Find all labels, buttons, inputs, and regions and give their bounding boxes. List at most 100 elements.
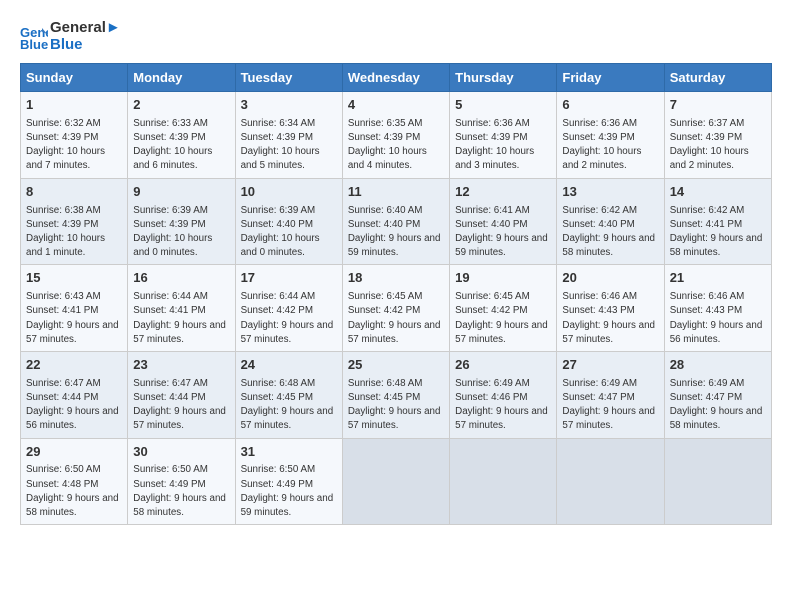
day-number: 14 [670,183,766,202]
day-number: 17 [241,269,337,288]
day-info: Sunrise: 6:35 AM Sunset: 4:39 PM Dayligh… [348,117,444,174]
day-number: 16 [133,269,229,288]
calendar-cell [450,438,557,525]
day-info: Sunrise: 6:50 AM Sunset: 4:49 PM Dayligh… [241,463,337,520]
calendar-cell: 31Sunrise: 6:50 AM Sunset: 4:49 PM Dayli… [235,438,342,525]
day-number: 25 [348,356,444,375]
calendar-cell: 7Sunrise: 6:37 AM Sunset: 4:39 PM Daylig… [664,92,771,179]
day-number: 13 [562,183,658,202]
calendar-cell: 25 Sunrise: 6:48 AM Sunset: 4:45 PM Dayli… [342,351,449,438]
calendar-cell: 29Sunrise: 6:50 AM Sunset: 4:48 PM Dayli… [21,438,128,525]
day-info: Sunrise: 6:44 AM Sunset: 4:42 PM Dayligh… [241,290,337,347]
day-info: Sunrise: 6:47 AM Sunset: 4:44 PM Dayligh… [133,377,229,434]
calendar-cell: 10Sunrise: 6:39 AM Sunset: 4:40 PM Dayli… [235,178,342,265]
weekday-header-friday: Friday [557,64,664,92]
calendar-cell: 1 Sunrise: 6:32 AM Sunset: 4:39 PM Daylig… [21,92,128,179]
calendar-cell: 9 Sunrise: 6:39 AM Sunset: 4:39 PM Daylig… [128,178,235,265]
calendar-cell: 30Sunrise: 6:50 AM Sunset: 4:49 PM Dayli… [128,438,235,525]
calendar-cell [664,438,771,525]
day-info: Sunrise: 6:47 AM Sunset: 4:44 PM Dayligh… [26,377,122,434]
day-number: 4 [348,96,444,115]
calendar-cell: 8Sunrise: 6:38 AM Sunset: 4:39 PM Daylig… [21,178,128,265]
day-number: 22 [26,356,122,375]
day-number: 7 [670,96,766,115]
day-number: 10 [241,183,337,202]
logo-icon: General Blue [20,23,48,51]
day-number: 1 [26,96,122,115]
day-number: 6 [562,96,658,115]
calendar-cell: 13 Sunrise: 6:42 AM Sunset: 4:40 PM Dayli… [557,178,664,265]
svg-text:Blue: Blue [20,37,48,51]
week-row-1: 1 Sunrise: 6:32 AM Sunset: 4:39 PM Daylig… [21,92,772,179]
day-number: 26 [455,356,551,375]
logo: General Blue General► Blue [20,20,121,53]
calendar-cell: 20 Sunrise: 6:46 AM Sunset: 4:43 PM Dayli… [557,265,664,352]
day-info: Sunrise: 6:33 AM Sunset: 4:39 PM Dayligh… [133,117,229,174]
day-info: Sunrise: 6:34 AM Sunset: 4:39 PM Dayligh… [241,117,337,174]
calendar-cell: 5 Sunrise: 6:36 AM Sunset: 4:39 PM Daylig… [450,92,557,179]
calendar-cell [557,438,664,525]
day-info: Sunrise: 6:48 AM Sunset: 4:45 PM Dayligh… [348,377,444,434]
day-info: Sunrise: 6:36 AM Sunset: 4:39 PM Dayligh… [455,117,551,174]
day-number: 20 [562,269,658,288]
calendar-cell: 27 Sunrise: 6:49 AM Sunset: 4:47 PM Dayli… [557,351,664,438]
calendar-cell: 26 Sunrise: 6:49 AM Sunset: 4:46 PM Dayli… [450,351,557,438]
day-number: 11 [348,183,444,202]
calendar-cell: 19Sunrise: 6:45 AM Sunset: 4:42 PM Dayli… [450,265,557,352]
day-info: Sunrise: 6:49 AM Sunset: 4:46 PM Dayligh… [455,377,551,434]
weekday-header-sunday: Sunday [21,64,128,92]
day-info: Sunrise: 6:32 AM Sunset: 4:39 PM Dayligh… [26,117,122,174]
calendar-cell: 14 Sunrise: 6:42 AM Sunset: 4:41 PM Dayli… [664,178,771,265]
week-row-4: 22 Sunrise: 6:47 AM Sunset: 4:44 PM Dayli… [21,351,772,438]
day-number: 28 [670,356,766,375]
calendar-cell: 23 Sunrise: 6:47 AM Sunset: 4:44 PM Dayli… [128,351,235,438]
day-info: Sunrise: 6:40 AM Sunset: 4:40 PM Dayligh… [348,204,444,261]
day-info: Sunrise: 6:45 AM Sunset: 4:42 PM Dayligh… [348,290,444,347]
week-row-2: 8Sunrise: 6:38 AM Sunset: 4:39 PM Daylig… [21,178,772,265]
day-number: 2 [133,96,229,115]
day-number: 23 [133,356,229,375]
day-number: 8 [26,183,122,202]
day-number: 15 [26,269,122,288]
day-number: 31 [241,443,337,462]
calendar-cell [342,438,449,525]
day-number: 5 [455,96,551,115]
calendar-table: SundayMondayTuesdayWednesdayThursdayFrid… [20,63,772,525]
day-info: Sunrise: 6:44 AM Sunset: 4:41 PM Dayligh… [133,290,229,347]
weekday-header-row: SundayMondayTuesdayWednesdayThursdayFrid… [21,64,772,92]
weekday-header-saturday: Saturday [664,64,771,92]
week-row-5: 29Sunrise: 6:50 AM Sunset: 4:48 PM Dayli… [21,438,772,525]
weekday-header-tuesday: Tuesday [235,64,342,92]
day-number: 19 [455,269,551,288]
day-info: Sunrise: 6:46 AM Sunset: 4:43 PM Dayligh… [562,290,658,347]
day-info: Sunrise: 6:39 AM Sunset: 4:39 PM Dayligh… [133,204,229,261]
day-info: Sunrise: 6:42 AM Sunset: 4:40 PM Dayligh… [562,204,658,261]
weekday-header-monday: Monday [128,64,235,92]
week-row-3: 15 Sunrise: 6:43 AM Sunset: 4:41 PM Dayli… [21,265,772,352]
calendar-cell: 21Sunrise: 6:46 AM Sunset: 4:43 PM Dayli… [664,265,771,352]
day-info: Sunrise: 6:48 AM Sunset: 4:45 PM Dayligh… [241,377,337,434]
day-info: Sunrise: 6:49 AM Sunset: 4:47 PM Dayligh… [562,377,658,434]
day-number: 18 [348,269,444,288]
day-number: 24 [241,356,337,375]
calendar-cell: 2 Sunrise: 6:33 AM Sunset: 4:39 PM Daylig… [128,92,235,179]
calendar-cell: 15 Sunrise: 6:43 AM Sunset: 4:41 PM Dayli… [21,265,128,352]
day-info: Sunrise: 6:46 AM Sunset: 4:43 PM Dayligh… [670,290,766,347]
weekday-header-thursday: Thursday [450,64,557,92]
day-number: 27 [562,356,658,375]
calendar-cell: 22 Sunrise: 6:47 AM Sunset: 4:44 PM Dayli… [21,351,128,438]
calendar-cell: 4 Sunrise: 6:35 AM Sunset: 4:39 PM Daylig… [342,92,449,179]
day-info: Sunrise: 6:49 AM Sunset: 4:47 PM Dayligh… [670,377,766,434]
day-number: 9 [133,183,229,202]
day-info: Sunrise: 6:43 AM Sunset: 4:41 PM Dayligh… [26,290,122,347]
calendar-cell: 17 Sunrise: 6:44 AM Sunset: 4:42 PM Dayli… [235,265,342,352]
calendar-cell: 12Sunrise: 6:41 AM Sunset: 4:40 PM Dayli… [450,178,557,265]
page-header: General Blue General► Blue [20,20,772,53]
calendar-cell: 6 Sunrise: 6:36 AM Sunset: 4:39 PM Daylig… [557,92,664,179]
logo-text-line1: General► [50,20,121,37]
day-info: Sunrise: 6:41 AM Sunset: 4:40 PM Dayligh… [455,204,551,261]
day-number: 29 [26,443,122,462]
day-info: Sunrise: 6:36 AM Sunset: 4:39 PM Dayligh… [562,117,658,174]
calendar-cell: 28 Sunrise: 6:49 AM Sunset: 4:47 PM Dayli… [664,351,771,438]
day-info: Sunrise: 6:42 AM Sunset: 4:41 PM Dayligh… [670,204,766,261]
